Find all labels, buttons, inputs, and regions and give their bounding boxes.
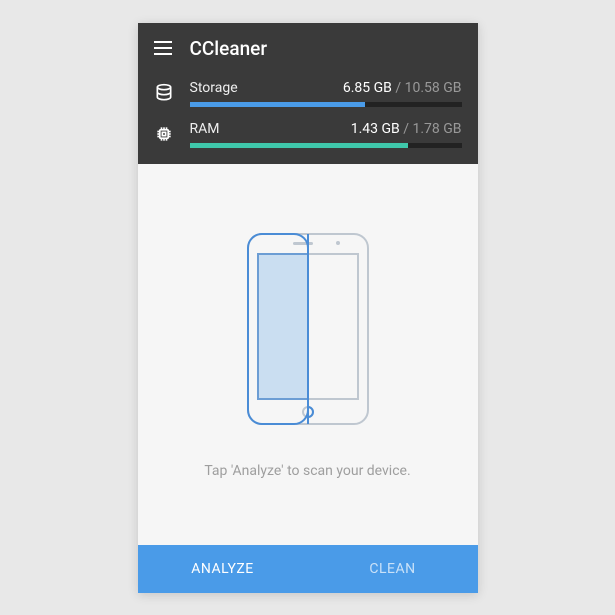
footer-bar: ANALYZE CLEAN — [138, 545, 478, 593]
ram-metric[interactable]: RAM 1.43 GB / 1.78 GB — [154, 121, 462, 148]
storage-body: Storage 6.85 GB / 10.58 GB — [190, 80, 462, 107]
phone-illustration — [243, 229, 373, 433]
app-window: CCleaner Storage 6.85 GB / 10.58 GB — [138, 23, 478, 593]
clean-button[interactable]: CLEAN — [308, 545, 478, 593]
titlebar: CCleaner — [154, 37, 462, 60]
menu-icon[interactable] — [154, 41, 172, 55]
header: CCleaner Storage 6.85 GB / 10.58 GB — [138, 23, 478, 164]
ram-values: 1.43 GB / 1.78 GB — [351, 121, 462, 137]
storage-used: 6.85 GB — [343, 80, 392, 96]
storage-label: Storage — [190, 80, 238, 96]
content-area: Tap 'Analyze' to scan your device. — [138, 164, 478, 545]
chip-icon — [154, 124, 174, 144]
hint-text: Tap 'Analyze' to scan your device. — [204, 463, 410, 479]
analyze-button[interactable]: ANALYZE — [138, 545, 308, 593]
storage-total: 10.58 GB — [405, 80, 462, 96]
storage-values: 6.85 GB / 10.58 GB — [343, 80, 462, 96]
ram-label: RAM — [190, 121, 220, 137]
ram-total: 1.78 GB — [412, 121, 461, 137]
app-title: CCleaner — [190, 37, 268, 60]
ram-used: 1.43 GB — [351, 121, 400, 137]
storage-bar — [190, 102, 462, 107]
storage-metric[interactable]: Storage 6.85 GB / 10.58 GB — [154, 80, 462, 107]
storage-bar-fill — [190, 102, 366, 107]
ram-body: RAM 1.43 GB / 1.78 GB — [190, 121, 462, 148]
storage-icon — [154, 83, 174, 103]
ram-bar — [190, 143, 462, 148]
ram-bar-fill — [190, 143, 408, 148]
